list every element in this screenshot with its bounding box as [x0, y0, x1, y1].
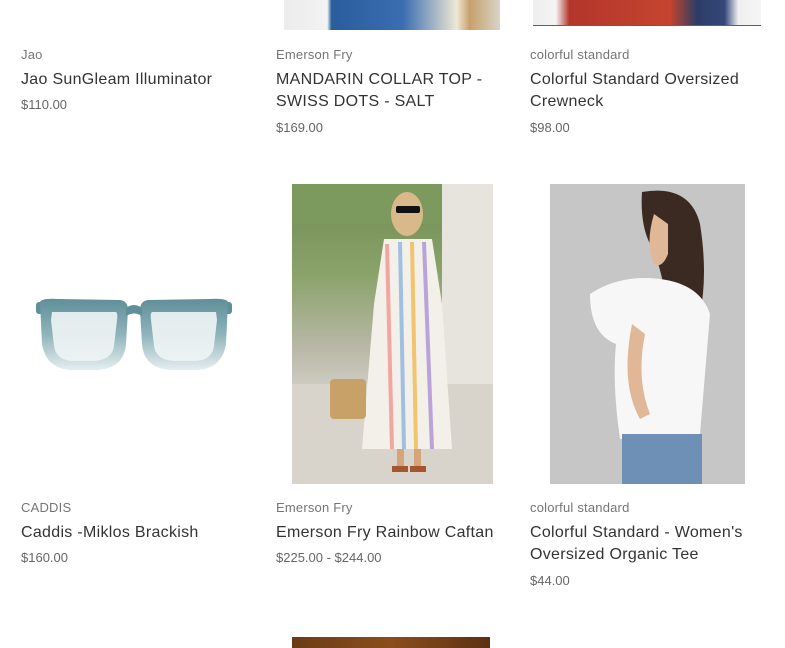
product-title-line: Colorful Standard - Women's	[530, 524, 743, 541]
product-price: $110.00	[21, 97, 68, 112]
product-brand: Emerson Fry	[276, 47, 353, 62]
product-brand: colorful standard	[530, 47, 630, 62]
product-brand: Jao	[21, 47, 43, 62]
product-title-link[interactable]: Colorful Standard - Women's Oversized Or…	[530, 522, 743, 566]
product-title-line: SWISS DOTS - SALT	[276, 93, 435, 110]
product-image-tee[interactable]	[550, 184, 745, 484]
product-image-oversized-crewneck[interactable]	[533, 0, 761, 26]
product-title-link[interactable]: Caddis -Miklos Brackish	[21, 522, 199, 544]
product-price: $98.00	[530, 120, 570, 135]
product-title-line: Oversized Organic Tee	[530, 546, 699, 563]
product-price: $44.00	[530, 573, 570, 588]
product-price: $225.00 - $244.00	[276, 550, 382, 565]
product-title-line: Colorful Standard Oversized	[530, 71, 740, 88]
product-title-line: MANDARIN COLLAR TOP -	[276, 71, 483, 88]
product-price: $169.00	[276, 120, 323, 135]
product-image-mandarin-top[interactable]	[284, 0, 500, 30]
caftan-dress-photo-icon	[292, 184, 493, 484]
product-image-caftan[interactable]	[292, 184, 493, 484]
product-image-next-row[interactable]	[292, 637, 490, 648]
product-brand: CADDIS	[21, 500, 72, 515]
product-brand: colorful standard	[530, 500, 630, 515]
product-title-link[interactable]: Emerson Fry Rainbow Caftan	[276, 522, 494, 544]
product-price: $160.00	[21, 550, 68, 565]
tee-shirt-photo-icon	[550, 184, 745, 484]
product-title-link[interactable]: Jao SunGleam Illuminator	[21, 69, 212, 91]
product-title-link[interactable]: Colorful Standard Oversized Crewneck	[530, 69, 739, 113]
eyeglasses-icon	[36, 298, 232, 370]
product-title-link[interactable]: MANDARIN COLLAR TOP - SWISS DOTS - SALT	[276, 69, 482, 113]
product-image-eyeglasses[interactable]	[28, 288, 240, 378]
product-brand: Emerson Fry	[276, 500, 353, 515]
product-title-line: Crewneck	[530, 93, 604, 110]
